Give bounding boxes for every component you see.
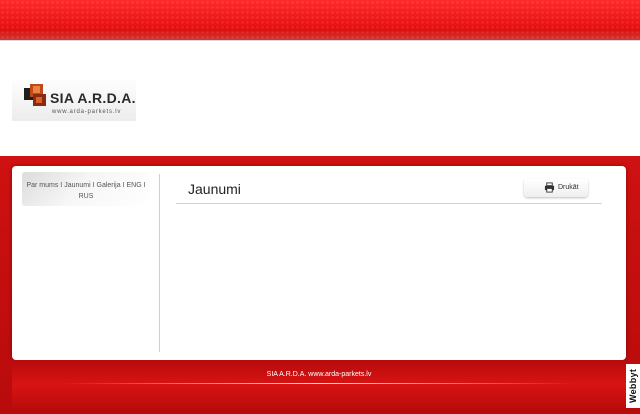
nav-item-galerija[interactable]: Galerija bbox=[97, 182, 121, 189]
footer-divider bbox=[62, 383, 576, 384]
printer-icon bbox=[544, 182, 555, 193]
webbyt-badge[interactable]: Webbyt bbox=[626, 364, 640, 408]
top-red-bar bbox=[0, 0, 640, 40]
logo-url: www.arda-parkets.lv bbox=[52, 109, 122, 115]
print-label: Drukāt bbox=[558, 184, 579, 191]
site-header: SIA A.R.D.A. www.arda-parkets.lv bbox=[0, 40, 640, 157]
nav-separator: I bbox=[143, 182, 146, 189]
nav-item-rus[interactable]: RUS bbox=[79, 193, 94, 200]
site-footer: SIA A.R.D.A. www.arda-parkets.lv bbox=[12, 360, 626, 408]
title-divider bbox=[176, 203, 602, 204]
logo-name: SIA A.R.D.A. bbox=[50, 90, 136, 106]
arda-logo-mark bbox=[24, 84, 46, 106]
page-title: Jaunumi bbox=[188, 181, 241, 197]
nav-item-eng[interactable]: ENG bbox=[126, 182, 141, 189]
sidebar-divider bbox=[159, 174, 160, 352]
print-button[interactable]: Drukāt bbox=[524, 179, 588, 197]
site-logo[interactable]: SIA A.R.D.A. www.arda-parkets.lv bbox=[12, 77, 136, 121]
content-card: Par mums I Jaunumi I Galerija I ENG I RU… bbox=[12, 166, 626, 360]
top-bar-shine bbox=[0, 30, 640, 40]
main-nav: Par mums I Jaunumi I Galerija I ENG I RU… bbox=[22, 172, 150, 206]
nav-item-jaunumi[interactable]: Jaunumi bbox=[64, 182, 90, 189]
nav-item-par-mums[interactable]: Par mums bbox=[26, 182, 58, 189]
footer-text: SIA A.R.D.A. www.arda-parkets.lv bbox=[266, 371, 372, 378]
